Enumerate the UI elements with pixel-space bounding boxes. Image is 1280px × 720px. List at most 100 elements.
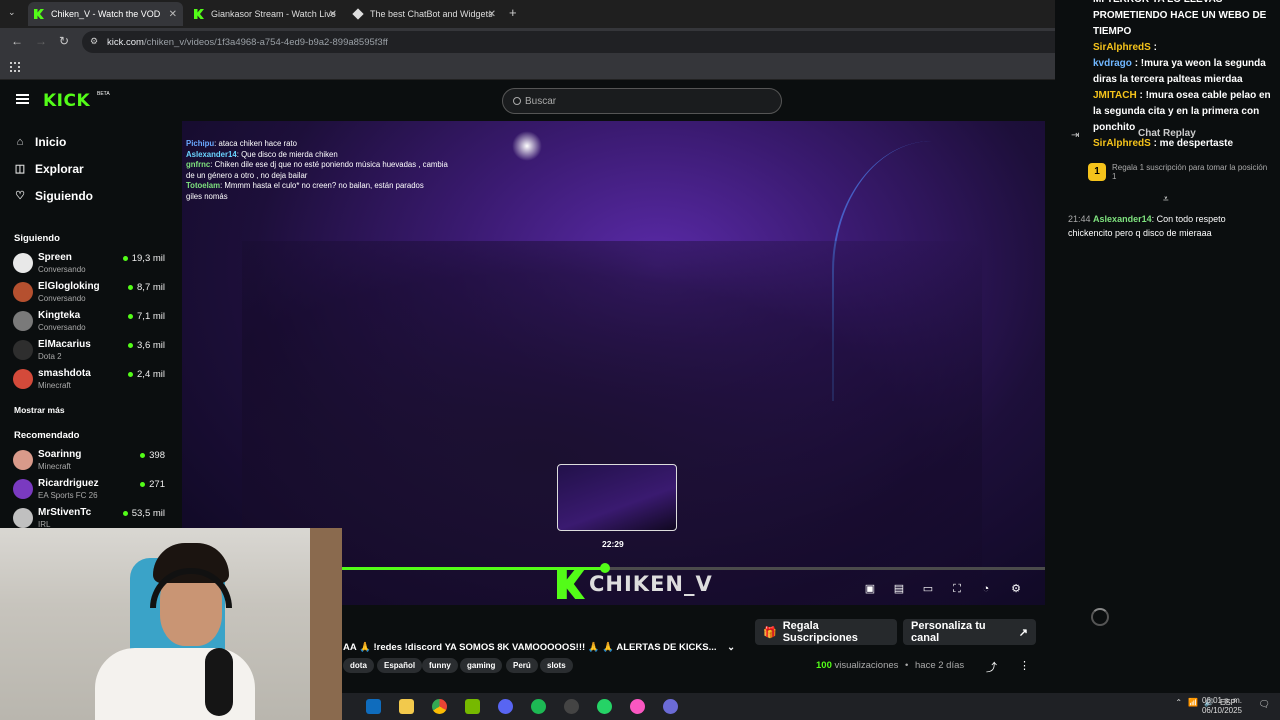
outlook-icon[interactable]: [366, 699, 381, 714]
reload-icon[interactable]: ↻: [59, 34, 69, 48]
viewer-count: 398: [140, 450, 165, 461]
search-input[interactable]: Buscar: [502, 88, 782, 114]
app-icon[interactable]: [663, 699, 678, 714]
share-icon[interactable]: ⤴: [986, 659, 997, 675]
channel-category: Conversando: [38, 323, 86, 332]
theater-mode-icon[interactable]: ▭: [921, 582, 935, 596]
overlay-chat-line: giles nomás: [186, 192, 456, 203]
live-dot-icon: [140, 481, 146, 487]
overlay-chat-line: gnfrnc: Chiken dile ese dj que no esté p…: [186, 160, 448, 180]
discord-icon[interactable]: [498, 699, 513, 714]
overlay-chat-text: Mmmm hasta el culo* no creen? no bailan,…: [224, 181, 424, 190]
sidebar-channel-item[interactable]: Ricardriguez EA Sports FC 26 271: [13, 477, 165, 505]
viewer-count-text: 3,6 mil: [137, 340, 165, 351]
sidebar-channel-item[interactable]: ElGlogloking Conversando 8,7 mil: [13, 280, 165, 308]
tag-chip[interactable]: Español: [377, 658, 423, 673]
chat-username[interactable]: Aslexander14: [1093, 214, 1152, 224]
sidebar-channel-item[interactable]: smashdota Minecraft 2,4 mil: [13, 367, 165, 395]
nav-explore[interactable]: ◫ Explorar: [14, 162, 84, 176]
tag-chip[interactable]: gaming: [460, 658, 503, 673]
tab-search-button[interactable]: ⌄: [8, 7, 16, 18]
chevron-down-icon[interactable]: ⌄: [727, 642, 735, 653]
nvidia-icon[interactable]: [465, 699, 480, 714]
overlay-chat-text: ataca chiken hace rato: [218, 139, 297, 148]
tag-chip[interactable]: slots: [540, 658, 573, 673]
itunes-icon[interactable]: [630, 699, 645, 714]
seek-preview-time: 22:29: [602, 539, 624, 549]
close-icon[interactable]: ✕: [488, 9, 496, 20]
spotify-icon[interactable]: [531, 699, 546, 714]
tab-giankasor[interactable]: Giankasor Stream - Watch Live ✕: [188, 2, 343, 26]
collapse-chat-icon[interactable]: ⇥: [1071, 130, 1079, 141]
hamburger-menu-icon[interactable]: [16, 94, 29, 104]
kick-favicon-icon: [34, 9, 44, 19]
show-more-link[interactable]: Mostrar más: [14, 405, 65, 415]
gift-subs-button[interactable]: 🎁 Regala Suscripciones: [755, 619, 897, 645]
tag-chip[interactable]: funny: [422, 658, 458, 673]
seek-preview-thumbnail: [557, 464, 677, 531]
tab-title: Giankasor Stream - Watch Live: [211, 9, 336, 19]
address-bar[interactable]: ⚙ kick.com/chiken_v/videos/1f3a4968-a754…: [82, 31, 1092, 53]
chat-panel: MI TERROR YA LO LLEVAS PROMETIENDO HACE …: [1055, 0, 1280, 690]
viewer-count: 8,7 mil: [128, 282, 165, 293]
viewer-count: 271: [140, 479, 165, 490]
clock[interactable]: 06:01 p. m. 06/10/2025: [1202, 696, 1242, 716]
search-placeholder: Buscar: [525, 95, 557, 107]
search-icon: [513, 97, 521, 105]
gift-icon: 🎁: [763, 626, 777, 639]
tab-title: Chiken_V - Watch the VOD: [51, 9, 161, 19]
sidebar-channel-item[interactable]: Kingteka Conversando 7,1 mil: [13, 309, 165, 337]
back-arrow-icon[interactable]: ←: [11, 34, 23, 48]
views-label: visualizaciones: [834, 660, 899, 671]
tab-chiken-vod[interactable]: Chiken_V - Watch the VOD ✕: [28, 2, 183, 26]
notifications-icon[interactable]: 🗨: [1259, 699, 1270, 710]
overlay-chat-user: Totoelam: [186, 181, 221, 190]
live-dot-icon: [128, 313, 134, 319]
kick-logo[interactable]: KICK: [43, 91, 90, 111]
sidebar-channel-item[interactable]: Soarinng Minecraft 398: [13, 448, 165, 476]
settings-gear-icon[interactable]: ⚙: [1009, 582, 1023, 596]
playback-speed-icon[interactable]: ◔: [979, 582, 993, 596]
close-icon[interactable]: ✕: [169, 9, 177, 20]
chat-text: MI TERROR YA LO LLEVAS PROMETIENDO HACE …: [1093, 0, 1267, 37]
tag-chip[interactable]: dota: [343, 658, 374, 673]
close-icon[interactable]: ✕: [329, 9, 337, 20]
overlay-chat-line: Aslexander14: Que disco de mierda chiken: [186, 149, 338, 159]
chat-username[interactable]: SirAlphredS: [1093, 42, 1151, 53]
chat-username[interactable]: SirAlphredS: [1093, 138, 1151, 149]
tag-chip[interactable]: Perú: [506, 658, 538, 673]
whatsapp-icon[interactable]: [597, 699, 612, 714]
obs-icon[interactable]: [564, 699, 579, 714]
apps-grid-icon[interactable]: [10, 62, 20, 72]
chat-username[interactable]: JMITACH: [1093, 90, 1137, 101]
live-dot-icon: [122, 510, 128, 516]
kick-favicon-icon: [194, 9, 204, 19]
chat-line: SirAlphredS :: [1093, 40, 1280, 56]
nav-following[interactable]: ♡ Siguiendo: [14, 189, 93, 203]
site-info-icon[interactable]: ⚙: [90, 36, 98, 47]
sidebar-channel-item[interactable]: Spreen Conversando 19,3 mil: [13, 251, 165, 279]
customize-channel-button[interactable]: Personaliza tu canal ↗: [903, 619, 1036, 645]
new-tab-button[interactable]: +: [509, 5, 517, 20]
expand-icon[interactable]: ⩡: [1163, 194, 1169, 205]
chat-text: :: [1153, 42, 1157, 53]
sidebar-channel-item[interactable]: ElMacarius Dota 2 3,6 mil: [13, 338, 165, 366]
nav-home[interactable]: ⌂ Inicio: [14, 135, 67, 149]
tab-title: The best ChatBot and Widgets: [370, 9, 493, 19]
channel-name: ElMacarius: [38, 339, 91, 350]
chat-username[interactable]: kvdrago: [1093, 58, 1132, 69]
tab-chatbot[interactable]: The best ChatBot and Widgets ✕: [347, 2, 502, 26]
file-explorer-icon[interactable]: [399, 699, 414, 714]
fullscreen-icon[interactable]: ⛶: [950, 582, 964, 596]
mini-player-icon[interactable]: ▣: [863, 582, 877, 596]
forward-arrow-icon[interactable]: →: [35, 34, 47, 48]
more-options-icon[interactable]: ⋮: [1019, 659, 1030, 672]
clip-icon[interactable]: ▤: [892, 582, 906, 596]
viewer-count-text: 2,4 mil: [137, 369, 165, 380]
chevron-up-icon[interactable]: ⌃: [1175, 698, 1182, 707]
windows-taskbar: ⌃ 📶 🔊 ESP 06:01 p. m. 06/10/2025 🗨: [342, 693, 1280, 720]
chrome-icon[interactable]: [432, 699, 447, 714]
chat-message: 21:44 Aslexander14: Con todo respeto chi…: [1068, 214, 1226, 238]
chat-timestamp: 21:44: [1068, 214, 1091, 224]
wifi-icon[interactable]: 📶: [1188, 698, 1198, 707]
